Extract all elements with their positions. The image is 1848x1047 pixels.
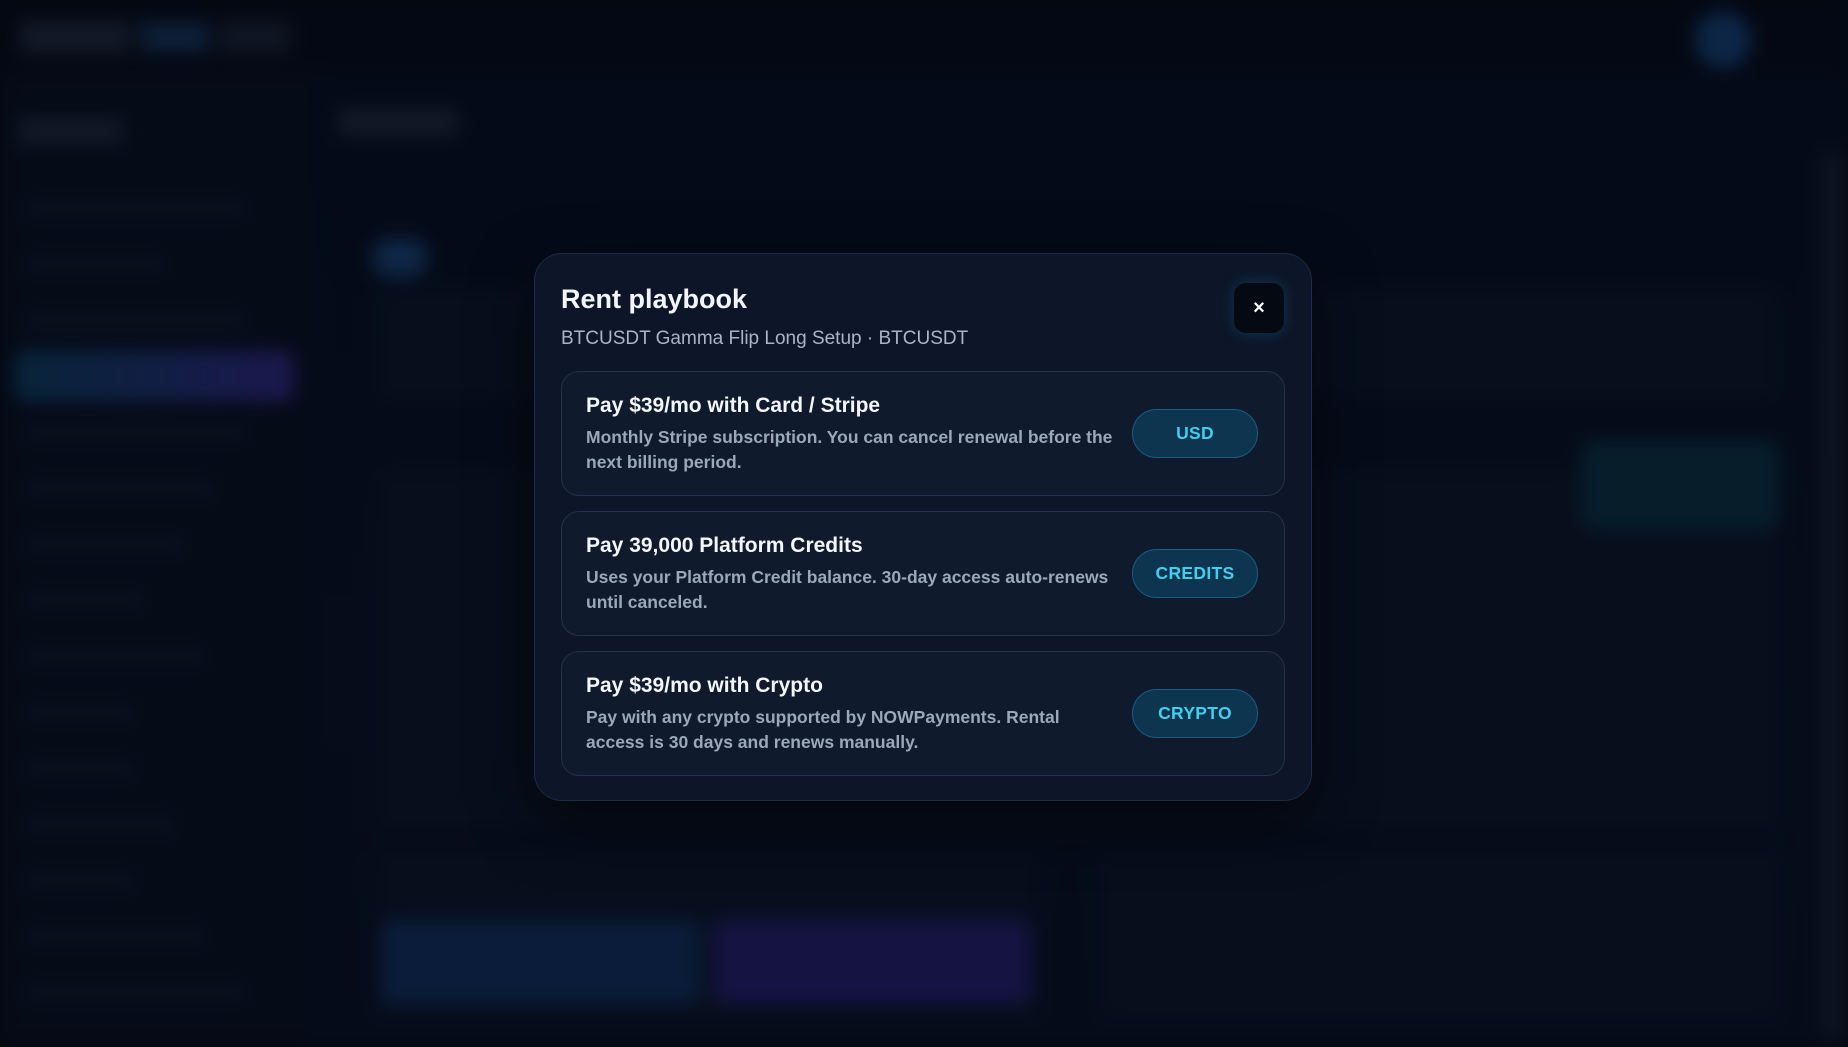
rent-playbook-modal: Rent playbook BTCUSDT Gamma Flip Long Se…	[534, 253, 1312, 801]
payment-option-stripe: Pay $39/mo with Card / Stripe Monthly St…	[561, 371, 1285, 496]
option-title: Pay $39/mo with Card / Stripe	[586, 394, 881, 417]
option-title: Pay 39,000 Platform Credits	[586, 534, 863, 557]
payment-option-crypto: Pay $39/mo with Crypto Pay with any cryp…	[561, 651, 1285, 776]
payment-option-credits: Pay 39,000 Platform Credits Uses your Pl…	[561, 511, 1285, 636]
option-description: Pay with any crypto supported by NOWPaym…	[586, 707, 1060, 752]
pay-credits-button[interactable]: CREDITS	[1132, 549, 1258, 598]
pay-crypto-button[interactable]: CRYPTO	[1132, 689, 1258, 738]
option-title: Pay $39/mo with Crypto	[586, 674, 823, 697]
modal-title: Rent playbook	[561, 284, 748, 314]
pay-usd-button[interactable]: USD	[1132, 409, 1258, 458]
close-icon: ×	[1253, 296, 1265, 319]
option-description: Monthly Stripe subscription. You can can…	[586, 427, 1113, 472]
modal-subtitle: BTCUSDT Gamma Flip Long Setup · BTCUSDT	[561, 328, 969, 349]
option-description: Uses your Platform Credit balance. 30-da…	[586, 567, 1109, 612]
close-button[interactable]: ×	[1234, 283, 1284, 333]
